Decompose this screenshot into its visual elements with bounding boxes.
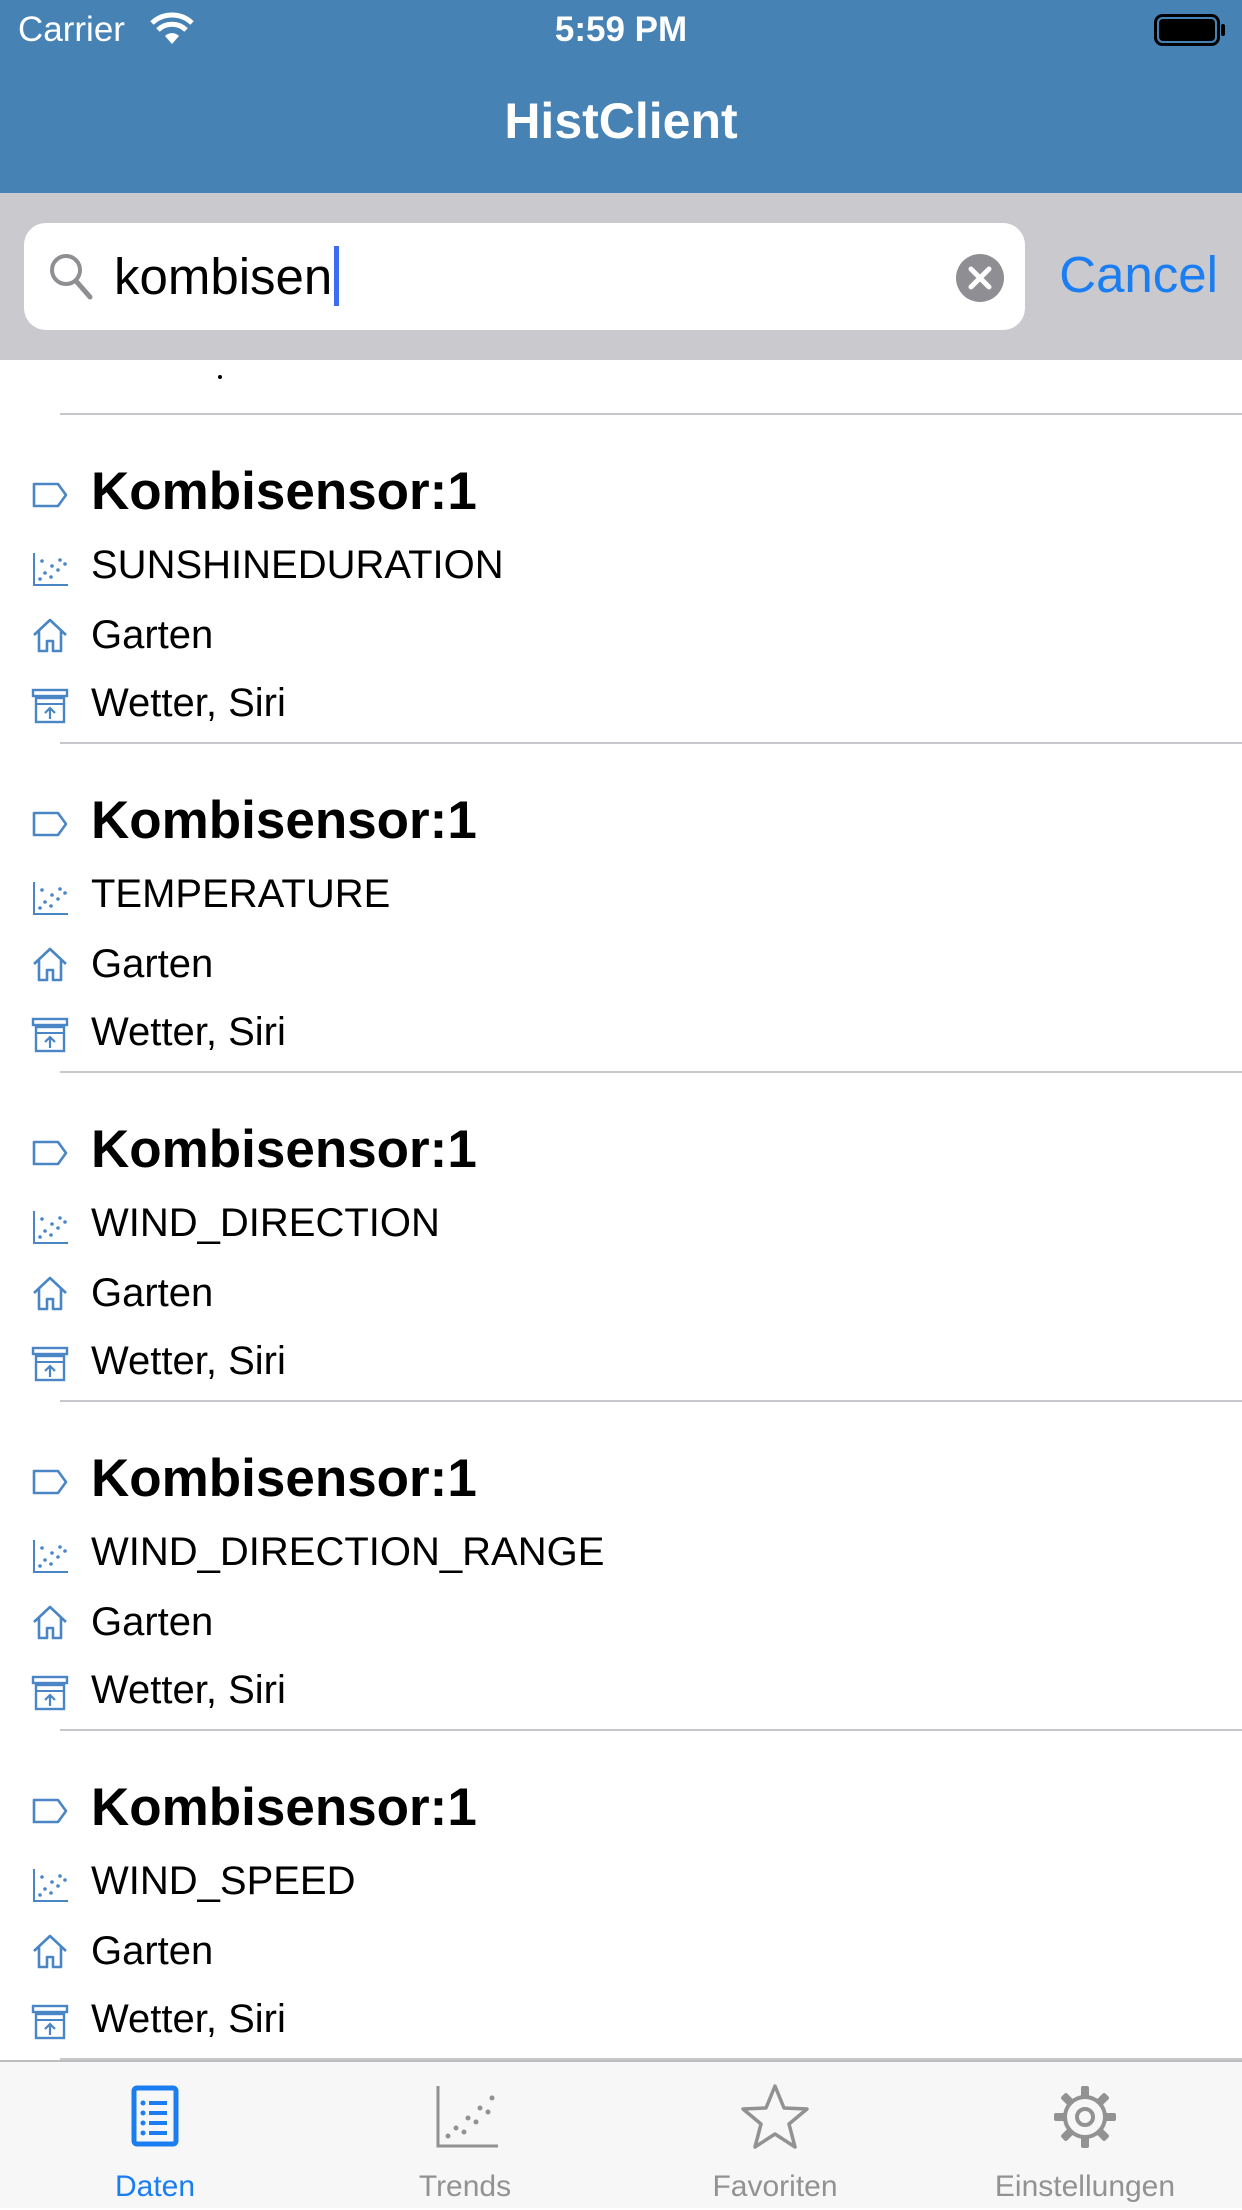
- status-time: 5:59 PM: [554, 10, 688, 49]
- list-item[interactable]: Kombisensor:1 TEMPERATURE Garten Wetter, Si…: [0, 744, 1242, 1072]
- item-variable: TEMPERATURE: [91, 872, 391, 916]
- item-variable: WIND_DIRECTION_RANGE: [91, 1530, 605, 1574]
- list-item[interactable]: Kombisensor:1 WIND_SPEED Garten Wetter, Sir…: [0, 1731, 1242, 2059]
- list-item[interactable]: Kombisensor:1 SUNSHINEDURATION Garten Wette…: [0, 415, 1242, 743]
- tag-icon: [32, 811, 68, 837]
- scatter-chart-icon: [33, 1211, 68, 1244]
- list-document-icon: [131, 2085, 179, 2147]
- search-bar: kombisen Cancel: [0, 193, 1242, 360]
- tab-einstellungen[interactable]: Einstellungen: [930, 2062, 1240, 2210]
- item-variable: SUNSHINEDURATION: [91, 543, 504, 587]
- item-variable: WIND_DIRECTION: [91, 1201, 440, 1245]
- tab-favoriten[interactable]: Favoriten: [620, 2062, 930, 2210]
- item-name: Kombisensor:1: [91, 1449, 477, 1508]
- list-item-partial[interactable]: [0, 360, 1242, 415]
- gear-icon: [1054, 2086, 1116, 2148]
- search-input[interactable]: kombisen: [24, 223, 1025, 330]
- item-name: Kombisensor:1: [91, 1778, 477, 1837]
- scatter-chart-icon: [33, 553, 68, 586]
- search-query: kombisen: [114, 248, 333, 305]
- home-icon: [33, 618, 67, 653]
- item-name: Kombisensor:1: [91, 1120, 477, 1179]
- archive-box-icon: [31, 2004, 69, 2040]
- item-categories: Wetter, Siri: [91, 1668, 286, 1712]
- list-item[interactable]: Kombisensor:1 WIND_DIRECTION Garten Wetter,…: [0, 1073, 1242, 1401]
- tab-label: Einstellungen: [994, 2170, 1176, 2203]
- tag-icon: [32, 1469, 68, 1495]
- cancel-button[interactable]: Cancel: [1059, 245, 1218, 304]
- home-icon: [33, 947, 67, 982]
- home-icon: [33, 1605, 67, 1640]
- item-categories: Wetter, Siri: [91, 1339, 286, 1383]
- tag-icon: [32, 1140, 68, 1166]
- home-icon: [33, 1934, 67, 1969]
- list-item[interactable]: Kombisensor:1 WIND_DIRECTION_RANGE Garten W…: [0, 1402, 1242, 1730]
- star-icon: [741, 2084, 809, 2149]
- item-categories: Wetter, Siri: [91, 1997, 286, 2041]
- item-name: Kombisensor:1: [91, 462, 477, 521]
- scatter-chart-icon: [33, 1869, 68, 1902]
- item-variable: WIND_SPEED: [91, 1859, 356, 1903]
- scatter-chart-icon: [436, 2086, 498, 2148]
- navigation-bar: HistClient: [0, 62, 1242, 193]
- home-icon: [33, 1276, 67, 1311]
- archive-box-icon: [31, 1017, 69, 1053]
- tab-label: Daten: [114, 2170, 196, 2203]
- tag-icon: [32, 1798, 68, 1824]
- battery-icon: [1154, 14, 1225, 46]
- item-name: Kombisensor:1: [91, 791, 477, 850]
- clear-icon[interactable]: [955, 253, 1005, 303]
- archive-box-icon: [31, 1346, 69, 1382]
- search-icon: [50, 254, 93, 300]
- partial-row-text-fragment: [218, 375, 222, 379]
- results-list[interactable]: Kombisensor:1 SUNSHINEDURATION Garten Wette…: [0, 360, 1242, 2060]
- text-caret: [334, 246, 340, 306]
- tab-label: Favoriten: [712, 2170, 838, 2203]
- tab-bar: Daten Trends Favoriten Einstellungen: [0, 2060, 1242, 2208]
- scatter-chart-icon: [33, 1540, 68, 1573]
- item-categories: Wetter, Siri: [91, 681, 286, 725]
- tab-label: Trends: [418, 2170, 512, 2203]
- archive-box-icon: [31, 1675, 69, 1711]
- archive-box-icon: [31, 688, 69, 724]
- item-categories: Wetter, Siri: [91, 1010, 286, 1054]
- tag-icon: [32, 482, 68, 508]
- tab-daten[interactable]: Daten: [0, 2062, 310, 2210]
- page-title: HistClient: [504, 93, 738, 149]
- tab-trends[interactable]: Trends: [310, 2062, 620, 2210]
- status-bar: Carrier 5:59 PM: [0, 0, 1242, 62]
- scatter-chart-icon: [33, 882, 68, 915]
